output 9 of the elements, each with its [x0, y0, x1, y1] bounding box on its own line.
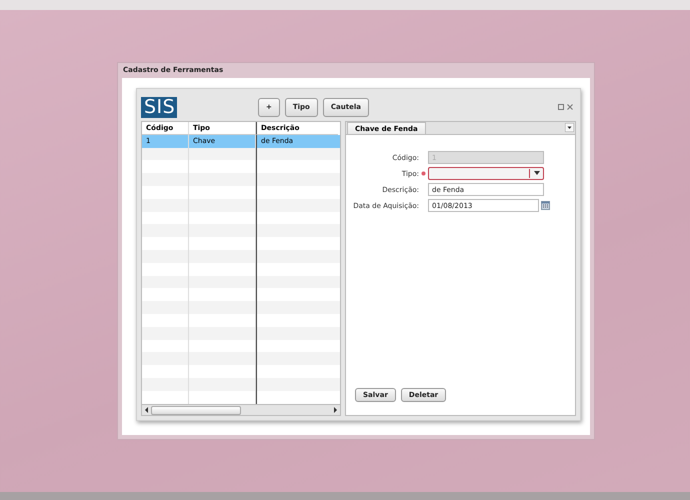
maximize-icon[interactable]: [558, 104, 564, 110]
close-icon[interactable]: [567, 104, 573, 110]
calendar-icon[interactable]: [541, 201, 550, 210]
caret-icon: [534, 171, 540, 176]
select-field[interactable]: [428, 167, 544, 180]
logo: SIS: [141, 96, 177, 118]
horizontal-scrollbar[interactable]: [142, 404, 340, 415]
dropdown-icon[interactable]: [565, 123, 574, 132]
scroll-right-icon[interactable]: [331, 407, 340, 413]
